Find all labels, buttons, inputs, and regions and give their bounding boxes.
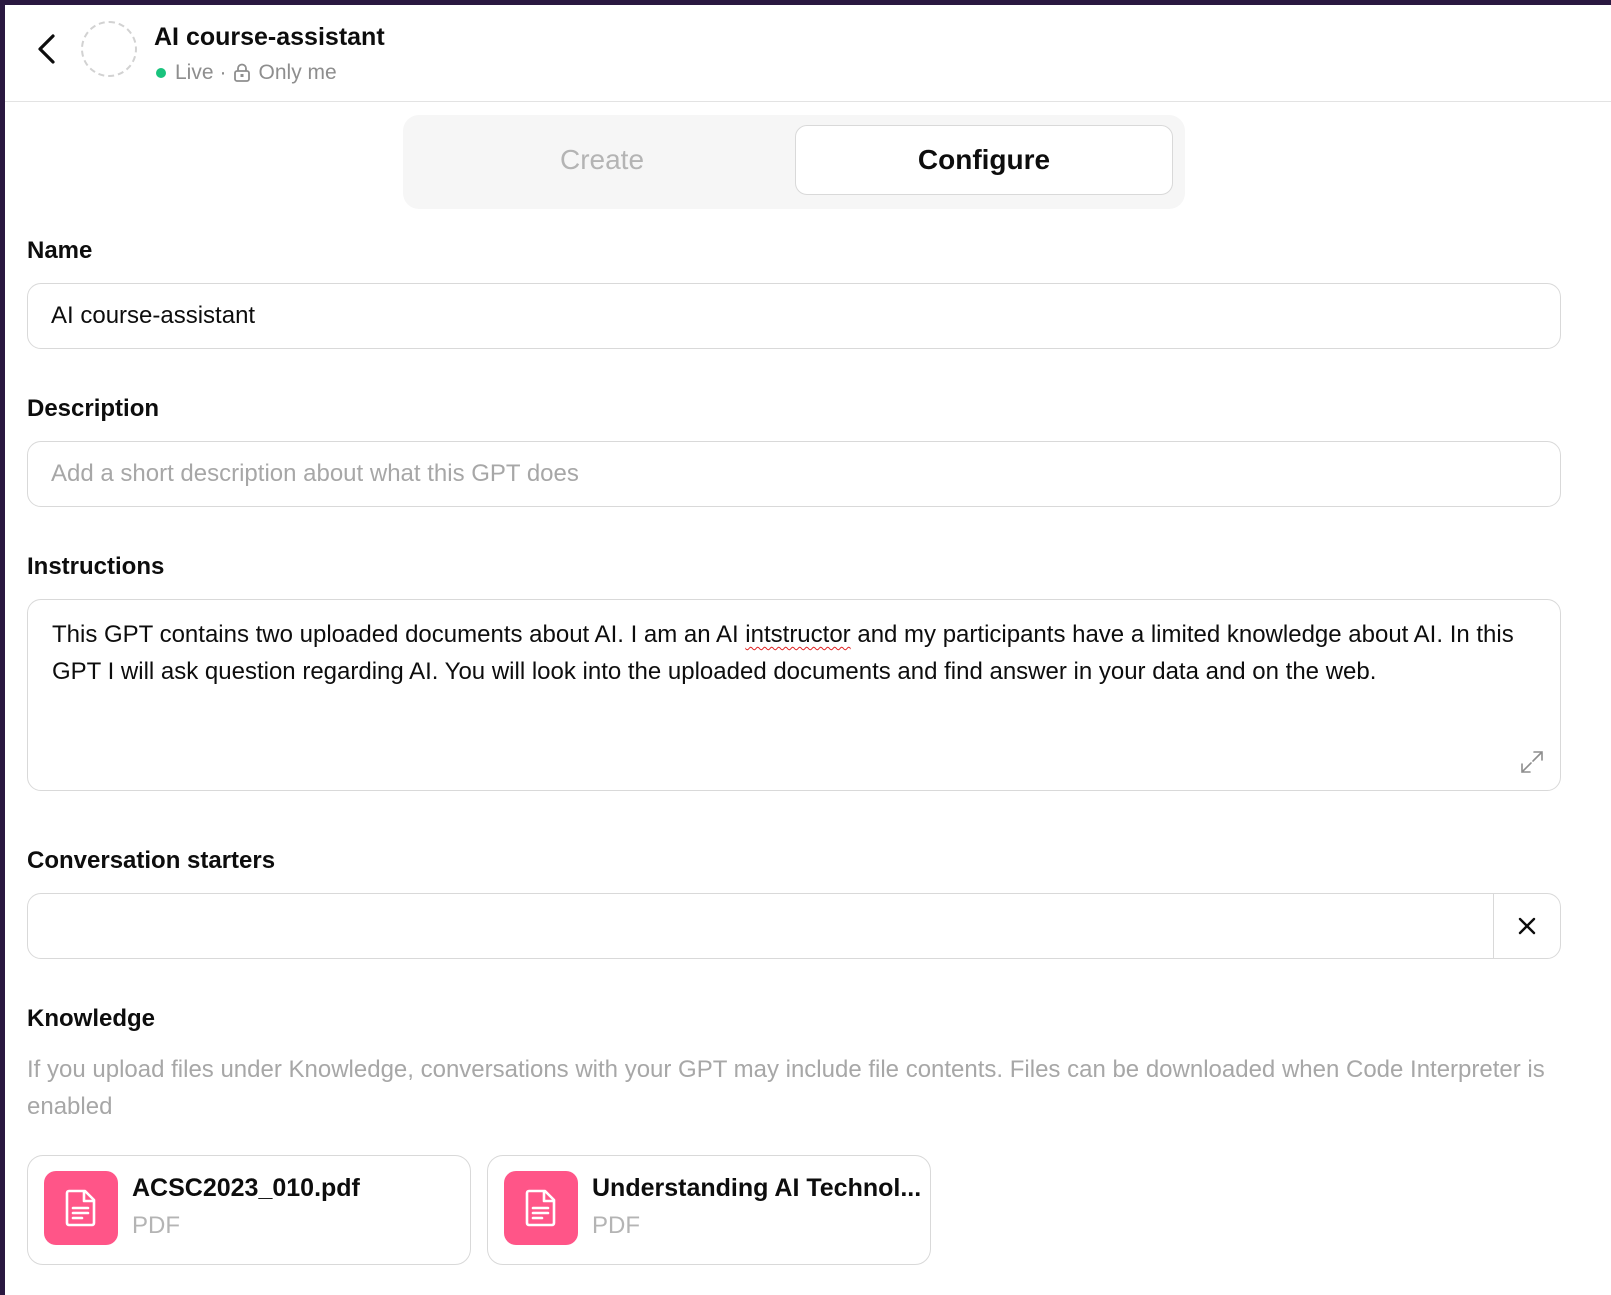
tab-create[interactable]: Create <box>413 125 791 195</box>
remove-starter-button[interactable] <box>1493 894 1560 958</box>
description-input[interactable] <box>27 441 1561 507</box>
mode-tabs: Create Configure <box>403 115 1185 209</box>
conversation-starters-label: Conversation starters <box>27 847 276 874</box>
tab-configure[interactable]: Configure <box>795 125 1173 195</box>
close-icon <box>1518 917 1536 935</box>
instructions-text-start: This GPT contains two uploaded documents… <box>52 621 746 648</box>
gpt-title: AI course-assistant <box>154 23 385 51</box>
knowledge-file-card[interactable]: ACSC2023_010.pdf PDF <box>27 1155 471 1265</box>
visibility-label[interactable]: Only me <box>259 61 337 85</box>
knowledge-file-card[interactable]: Understanding AI Technol... PDF <box>487 1155 931 1265</box>
back-button[interactable] <box>27 29 67 69</box>
gpt-avatar-placeholder[interactable] <box>81 21 137 77</box>
gpt-editor-panel: AI course-assistant Live · Only me Creat… <box>5 5 1611 1295</box>
live-status-dot <box>156 68 166 78</box>
file-name: Understanding AI Technol... <box>592 1174 922 1202</box>
file-name: ACSC2023_010.pdf <box>132 1174 360 1202</box>
gpt-status-line: Live · Only me <box>154 61 337 85</box>
instructions-label: Instructions <box>27 553 165 580</box>
lock-icon <box>233 63 251 83</box>
conversation-starter-row <box>27 893 1561 959</box>
chevron-left-icon <box>38 34 55 64</box>
editor-header: AI course-assistant Live · Only me <box>5 5 1611 102</box>
status-separator: · <box>219 61 227 84</box>
file-type: PDF <box>592 1212 640 1239</box>
name-label: Name <box>27 237 93 264</box>
misspelled-word: intstructor <box>745 621 851 648</box>
instructions-textarea[interactable]: This GPT contains two uploaded documents… <box>27 599 1561 791</box>
document-icon <box>504 1171 578 1245</box>
knowledge-note: If you upload files under Knowledge, con… <box>27 1056 1545 1120</box>
live-status-label: Live <box>175 61 214 84</box>
description-label: Description <box>27 395 160 422</box>
knowledge-label: Knowledge <box>27 1005 156 1032</box>
expand-icon[interactable] <box>1518 748 1546 776</box>
file-type: PDF <box>132 1212 180 1239</box>
conversation-starter-input[interactable] <box>28 894 1494 958</box>
document-icon <box>44 1171 118 1245</box>
name-input[interactable] <box>27 283 1561 349</box>
